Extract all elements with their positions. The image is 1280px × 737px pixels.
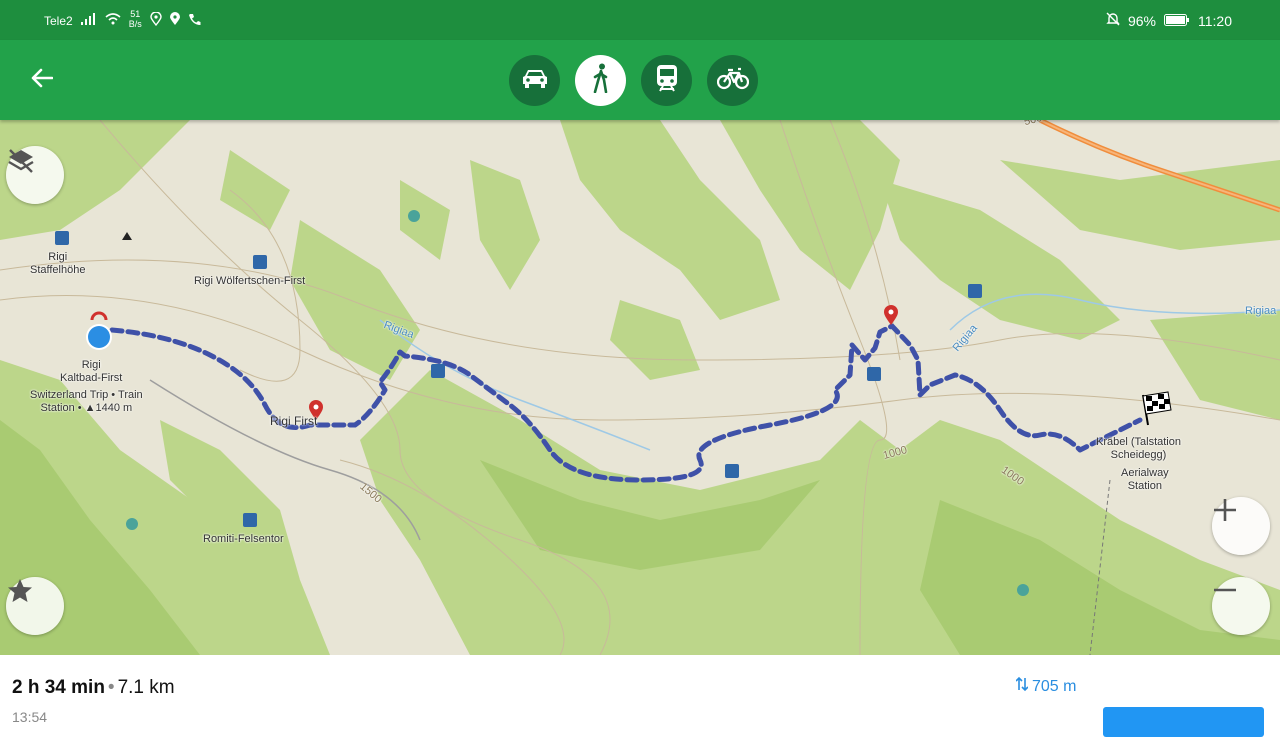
mode-bike-button[interactable] bbox=[707, 55, 758, 106]
location-outline-icon bbox=[150, 11, 162, 29]
route-distance: 7.1 km bbox=[117, 677, 175, 698]
layers-button[interactable] bbox=[6, 146, 64, 204]
wifi-icon bbox=[105, 13, 121, 28]
call-icon bbox=[188, 13, 201, 29]
signal-icon bbox=[80, 13, 97, 28]
elevation-gain: 705 m bbox=[1015, 676, 1077, 697]
arrow-back-icon bbox=[31, 68, 54, 93]
battery-percent: 96% bbox=[1127, 12, 1156, 29]
status-bar: Tele2 51 B/s 96% 11:20 bbox=[0, 0, 1280, 40]
network-speed: 51 B/s bbox=[128, 9, 142, 29]
transport-mode-selector bbox=[509, 55, 758, 106]
map-canvas bbox=[0, 120, 1280, 655]
mode-transit-button[interactable] bbox=[641, 55, 692, 106]
label-rigi-kaltbad-first: Rigi Kaltbad-First bbox=[60, 359, 123, 384]
location-filled-icon bbox=[169, 12, 180, 29]
mode-car-button[interactable] bbox=[509, 55, 560, 106]
routing-toolbar bbox=[0, 40, 1280, 120]
label-romiti-felsentor: Romiti-Felsentor bbox=[203, 533, 284, 545]
zoom-in-button[interactable] bbox=[1212, 497, 1270, 555]
car-icon bbox=[521, 67, 549, 94]
start-navigation-button[interactable] bbox=[1103, 707, 1264, 737]
walk-icon bbox=[591, 63, 611, 98]
label-krabel: Kräbel (Talstation Scheidegg) bbox=[1096, 436, 1181, 461]
label-river-rigiaa-3: Rigiaa bbox=[1245, 305, 1277, 317]
map-view[interactable]: Rigi Staffelhöhe Rigi Wölfertschen-First … bbox=[0, 120, 1280, 655]
mute-icon bbox=[1106, 12, 1120, 29]
label-krabel-description: Aerialway Station bbox=[1121, 467, 1169, 492]
label-kaltbad-description: Switzerland Trip • Train Station • ▲1440 … bbox=[30, 389, 143, 414]
favorites-button[interactable] bbox=[6, 577, 64, 635]
carrier-label: Tele2 bbox=[44, 13, 73, 28]
elevation-gain-value: 705 m bbox=[1032, 677, 1077, 695]
label-rigi-woelfertschen-first: Rigi Wölfertschen-First bbox=[194, 275, 306, 287]
train-icon bbox=[655, 64, 679, 97]
route-duration: 2 h 34 min bbox=[12, 677, 105, 698]
separator: • bbox=[107, 677, 115, 698]
label-rigi-staffelhoehe: Rigi Staffelhöhe bbox=[30, 251, 86, 276]
back-button[interactable] bbox=[22, 60, 62, 100]
bike-icon bbox=[716, 66, 749, 95]
mode-walk-button[interactable] bbox=[575, 55, 626, 106]
battery-icon bbox=[1164, 13, 1190, 29]
label-rigi-first: Rigi First bbox=[270, 414, 318, 428]
elevation-arrows-icon bbox=[1015, 676, 1029, 697]
route-summary-panel[interactable]: 2 h 34 min • 7.1 km 705 m 13:54 bbox=[0, 655, 1280, 737]
route-summary: 2 h 34 min • 7.1 km bbox=[12, 677, 175, 699]
zoom-out-button[interactable] bbox=[1212, 577, 1270, 635]
clock: 11:20 bbox=[1198, 12, 1232, 29]
